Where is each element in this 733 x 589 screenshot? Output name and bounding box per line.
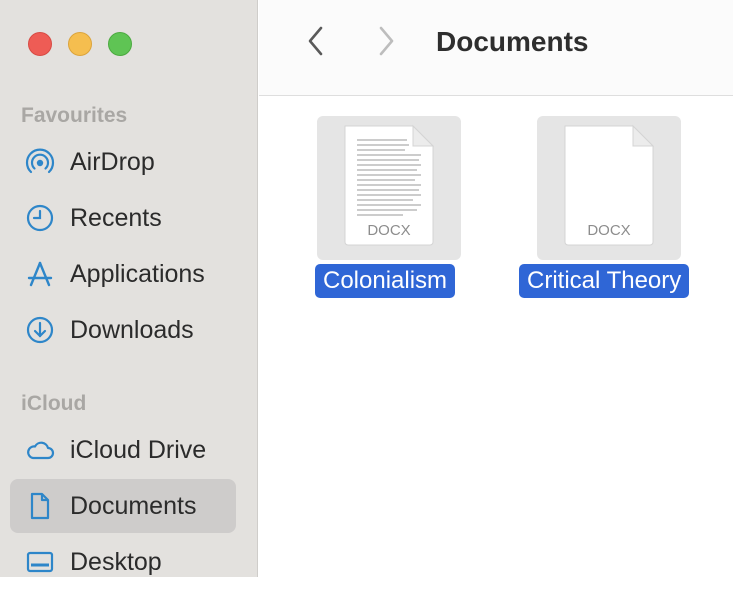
minimize-window-button[interactable] (68, 32, 92, 56)
chevron-left-icon (306, 25, 326, 62)
sidebar-item-label: iCloud Drive (70, 435, 207, 464)
docx-document-icon: DOCX (564, 124, 655, 246)
zoom-window-button[interactable] (108, 32, 132, 56)
close-window-button[interactable] (28, 32, 52, 56)
sidebar-item-documents[interactable]: Documents (10, 479, 236, 533)
sidebar-item-label: Downloads (70, 315, 194, 344)
file-type-label: DOCX (367, 222, 410, 239)
file-name-label[interactable]: Colonialism (315, 264, 456, 298)
sidebar-item-applications[interactable]: Applications (10, 247, 236, 301)
sidebar-section-favourites: Favourites (21, 104, 128, 127)
airdrop-icon (24, 146, 56, 178)
docx-document-icon: DOCX (344, 124, 435, 246)
sidebar-item-label: AirDrop (70, 147, 155, 176)
clock-icon (24, 202, 56, 234)
window-title: Documents (436, 26, 589, 57)
file-thumbnail: DOCX (317, 116, 461, 260)
cloud-icon (24, 434, 56, 466)
sidebar-item-label: Documents (70, 491, 197, 520)
sidebar-item-label: Recents (70, 203, 162, 232)
sidebar-item-downloads[interactable]: Downloads (10, 303, 236, 357)
document-icon (24, 490, 56, 522)
sidebar-item-label: Desktop (70, 547, 162, 576)
sidebar-item-label: Applications (70, 259, 205, 288)
sidebar-item-icloud-drive[interactable]: iCloud Drive (10, 423, 236, 477)
file-item-colonialism[interactable]: DOCX Colonialism (288, 116, 488, 300)
toolbar: Documents (259, 0, 733, 96)
sidebar-item-airdrop[interactable]: AirDrop (10, 135, 236, 189)
sidebar-section-icloud: iCloud (21, 392, 87, 415)
sidebar-item-recents[interactable]: Recents (10, 191, 236, 245)
sidebar: Favourites AirDrop Recents Applications … (0, 0, 258, 577)
file-thumbnail: DOCX (537, 116, 681, 260)
file-type-label: DOCX (587, 222, 630, 239)
sidebar-item-desktop[interactable]: Desktop (10, 535, 236, 589)
back-button[interactable] (301, 26, 331, 60)
applications-icon (24, 258, 56, 290)
file-item-critical-theory[interactable]: DOCX Critical Theory (508, 116, 708, 300)
download-icon (24, 314, 56, 346)
file-name-label[interactable]: Critical Theory (519, 264, 690, 298)
forward-button[interactable] (371, 26, 401, 60)
chevron-right-icon (376, 25, 396, 62)
desktop-icon (24, 546, 56, 578)
